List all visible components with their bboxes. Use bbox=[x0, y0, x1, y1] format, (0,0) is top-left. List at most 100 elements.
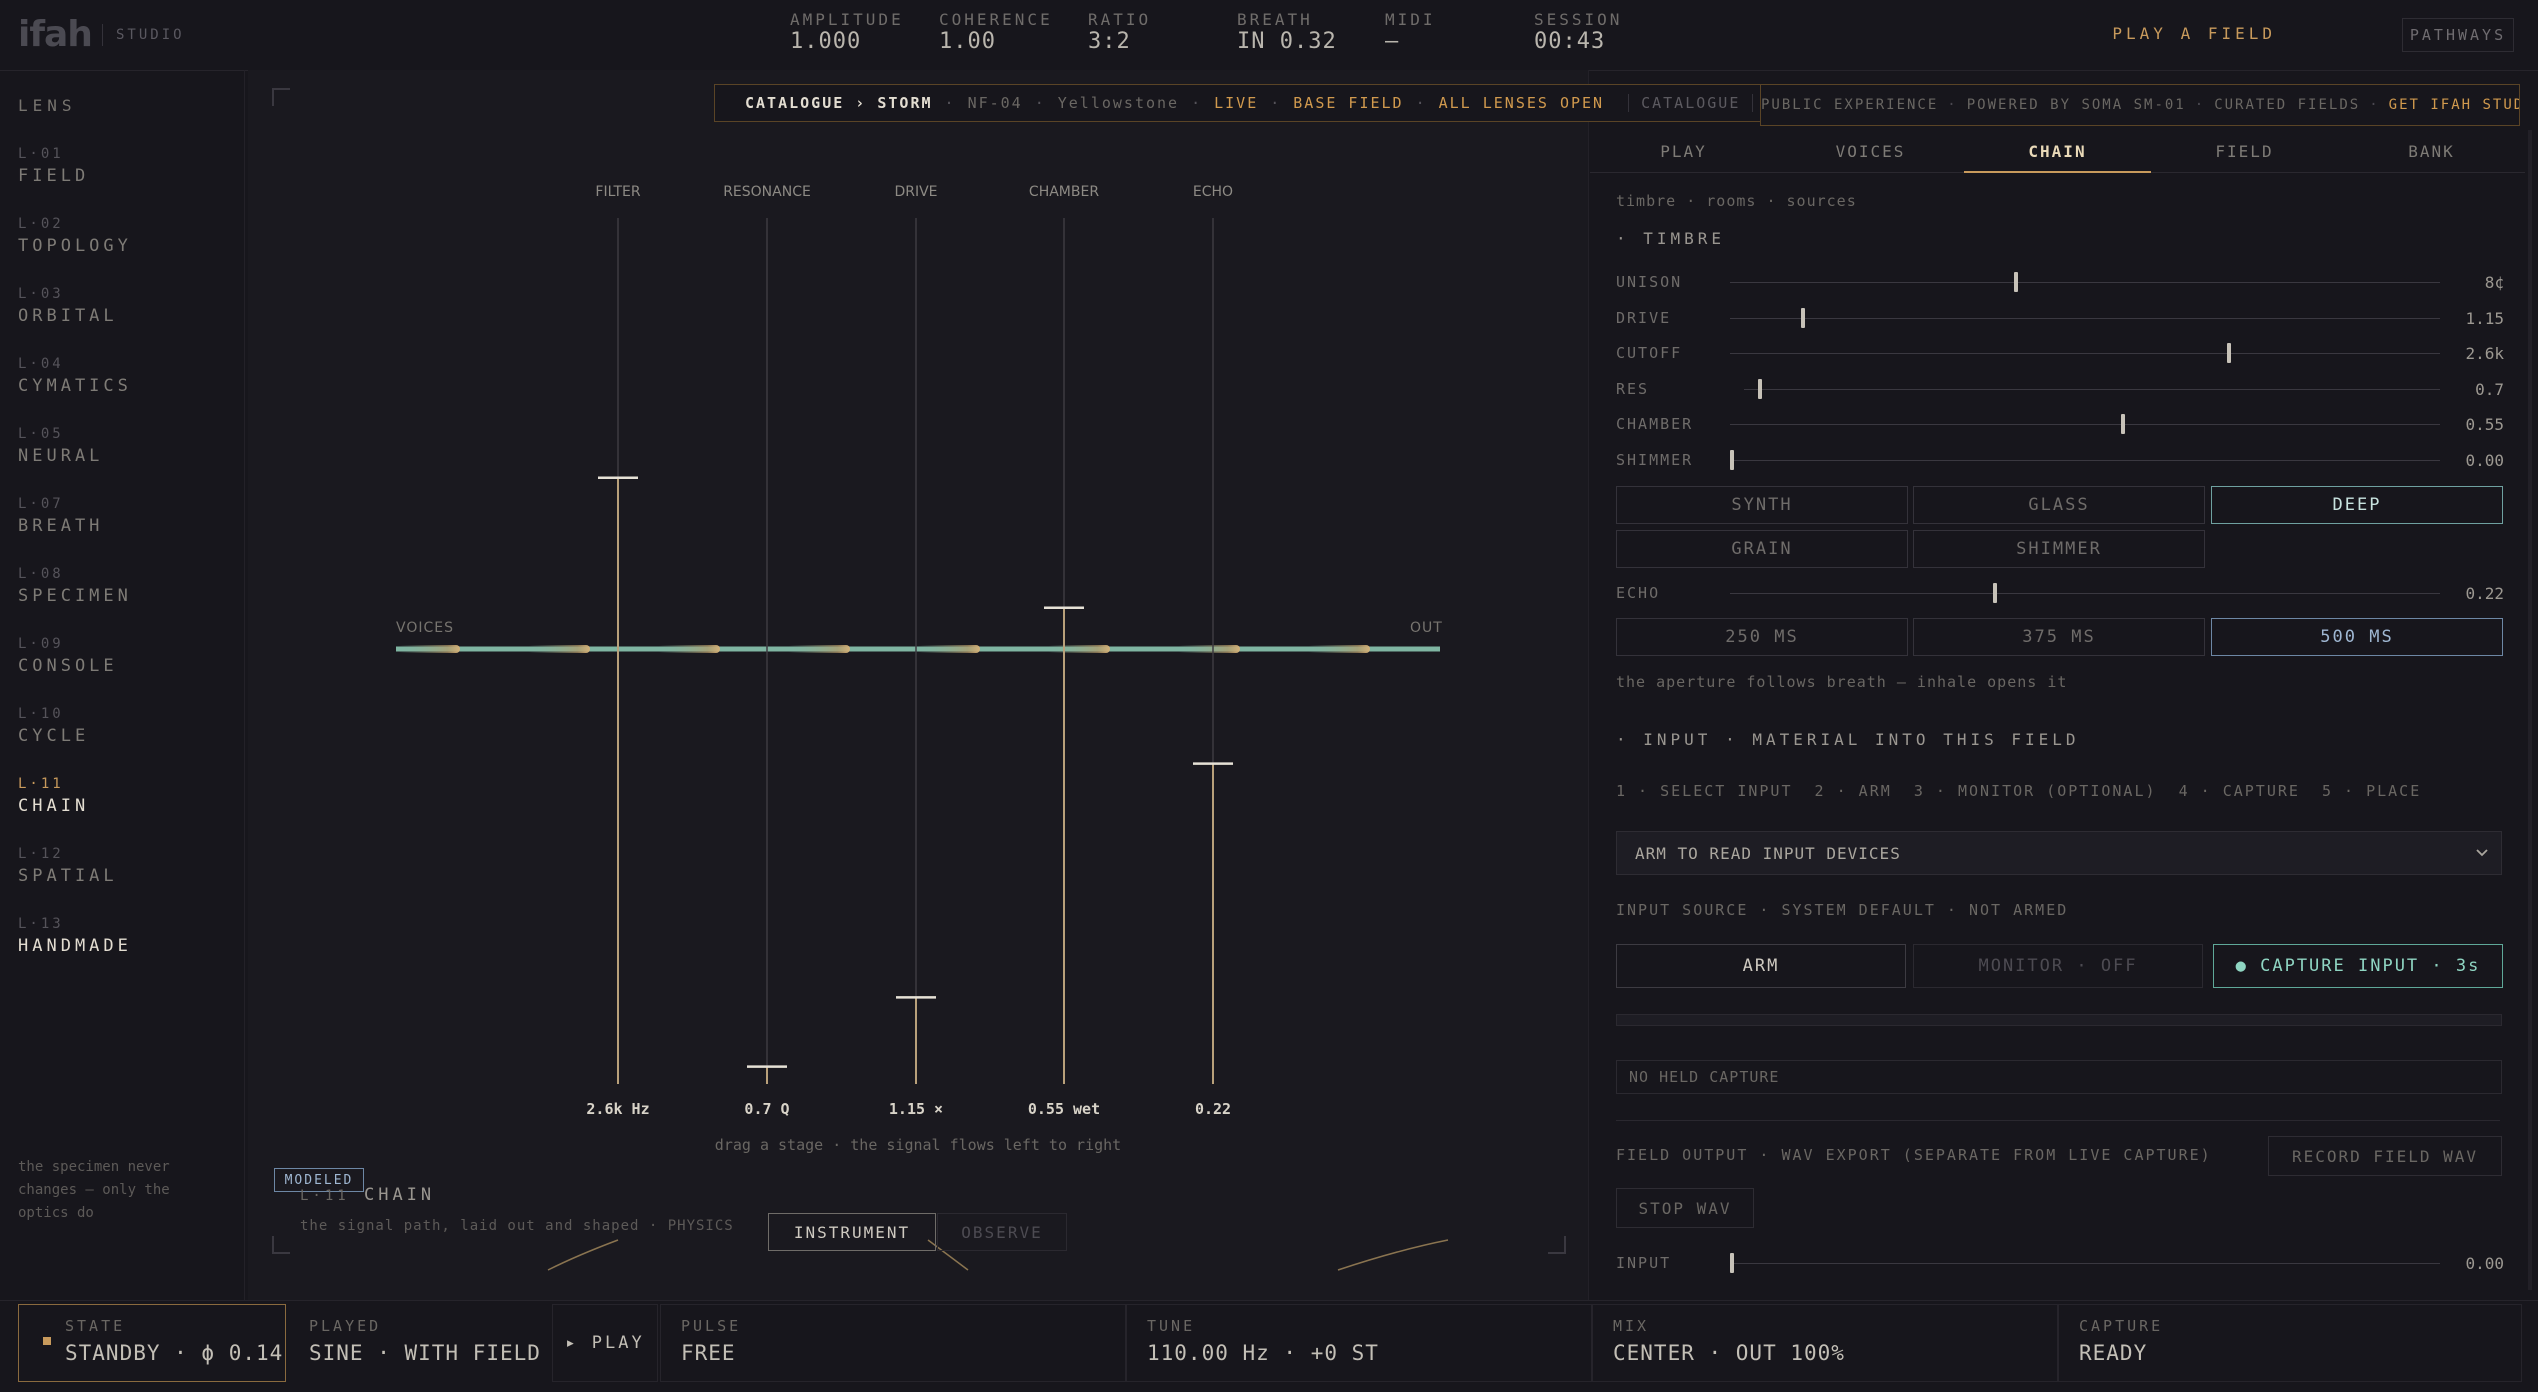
echo-250-button[interactable]: 250 MS bbox=[1616, 618, 1908, 656]
preset-shimmer-button[interactable]: SHIMMER bbox=[1913, 530, 2205, 568]
input-gain-slider[interactable] bbox=[1730, 1253, 2440, 1273]
lens-name: HANDMADE bbox=[18, 936, 132, 956]
stage-readout: 0.7 Q bbox=[744, 1100, 789, 1118]
unison-slider[interactable] bbox=[1730, 272, 2440, 292]
stat-ratio: RATIO 3:2 bbox=[1088, 10, 1151, 54]
observe-mode-button[interactable]: OBSERVE bbox=[937, 1213, 1067, 1251]
echo-500-button[interactable]: 500 MS bbox=[2211, 618, 2503, 656]
stat-value: IN 0.32 bbox=[1237, 29, 1337, 54]
monitor-button[interactable]: MONITOR · OFF bbox=[1913, 944, 2203, 988]
section-crumbs: timbre · rooms · sources bbox=[1616, 192, 1857, 210]
slider-thumb[interactable] bbox=[1801, 308, 1805, 328]
input-device-select[interactable]: ARM TO READ INPUT DEVICES bbox=[1616, 831, 2502, 875]
state-cell: STATE STANDBY · ϕ 0.14 bbox=[18, 1304, 286, 1382]
stat-label: BREATH bbox=[1237, 10, 1313, 29]
stat-midi: MIDI — bbox=[1385, 10, 1436, 54]
studio-label: STUDIO bbox=[116, 27, 185, 43]
preset-synth-button[interactable]: SYNTH bbox=[1616, 486, 1908, 524]
stat-value: — bbox=[1385, 29, 1400, 54]
capture-input-button[interactable]: ● CAPTURE INPUT · 3s bbox=[2213, 944, 2503, 988]
capture-cell[interactable]: CAPTURE READY bbox=[2058, 1304, 2522, 1382]
input-heading[interactable]: · INPUT · MATERIAL INTO THIS FIELD bbox=[1616, 730, 2080, 749]
timbre-heading[interactable]: · TIMBRE bbox=[1616, 229, 1725, 248]
mix-cell[interactable]: MIX CENTER · OUT 100% bbox=[1592, 1304, 2058, 1382]
capture-label: CAPTURE bbox=[2079, 1317, 2164, 1335]
lens-item-neural[interactable]: L·05 NEURAL bbox=[18, 426, 103, 466]
lens-item-cycle[interactable]: L·10 CYCLE bbox=[18, 706, 89, 746]
slider-thumb[interactable] bbox=[2120, 414, 2125, 434]
panel-tabs: PLAY VOICES CHAIN FIELD BANK bbox=[1590, 130, 2525, 173]
lens-item-orbital[interactable]: L·03 ORBITAL bbox=[18, 286, 118, 326]
chain-diagram[interactable]: VOICES OUT FILTER 2.6k Hz RESONANCE 0.7 Q DR… bbox=[248, 70, 1588, 1300]
record-field-wav-button[interactable]: RECORD FIELD WAV bbox=[2268, 1136, 2502, 1176]
lens-number: L·05 bbox=[18, 426, 64, 442]
played-label: PLAYED bbox=[309, 1317, 382, 1335]
tab-voices[interactable]: VOICES bbox=[1777, 130, 1964, 172]
slider-thumb[interactable] bbox=[2227, 343, 2231, 363]
signal-pulse bbox=[398, 645, 460, 653]
lens-name: SPATIAL bbox=[18, 866, 118, 886]
stop-wav-button[interactable]: STOP WAV bbox=[1616, 1188, 1754, 1228]
instrument-mode-button[interactable]: INSTRUMENT bbox=[768, 1213, 936, 1251]
preset-grain-button[interactable]: GRAIN bbox=[1616, 530, 1908, 568]
arm-button[interactable]: ARM bbox=[1616, 944, 1906, 988]
slider-thumb[interactable] bbox=[2014, 272, 2018, 292]
res-slider[interactable] bbox=[1744, 379, 2440, 399]
stage-label: ECHO bbox=[1193, 184, 1233, 200]
tab-field[interactable]: FIELD bbox=[2151, 130, 2338, 172]
lens-name: CYCLE bbox=[18, 726, 90, 746]
lens-number: L·01 bbox=[18, 146, 64, 162]
mix-label: MIX bbox=[1613, 1317, 1650, 1335]
preset-deep-button[interactable]: DEEP bbox=[2211, 486, 2503, 524]
play-button[interactable]: ▸ PLAY bbox=[552, 1304, 658, 1382]
state-value: STANDBY · ϕ 0.14 bbox=[65, 1341, 284, 1365]
tab-bank[interactable]: BANK bbox=[2338, 130, 2525, 172]
lens-item-handmade[interactable]: L·13 HANDMADE bbox=[18, 916, 132, 956]
slider-value: 1.15 bbox=[2465, 309, 2504, 328]
stat-value: 00:43 bbox=[1534, 29, 1606, 54]
lens-item-chain[interactable]: L·11 CHAIN bbox=[18, 776, 89, 816]
signal-pulse bbox=[1048, 645, 1110, 653]
preset-glass-button[interactable]: GLASS bbox=[1913, 486, 2205, 524]
lens-item-specimen[interactable]: L·08 SPECIMEN bbox=[18, 566, 132, 606]
slider-thumb[interactable] bbox=[1992, 583, 1997, 603]
lens-note: the specimen never changes — only the op… bbox=[18, 1159, 170, 1221]
pulse-cell[interactable]: PULSE FREE bbox=[660, 1304, 1126, 1382]
slider-value: 0.00 bbox=[2465, 1254, 2504, 1273]
tune-cell[interactable]: TUNE 110.00 Hz · +0 ST bbox=[1126, 1304, 1592, 1382]
curated-label: CURATED FIELDS bbox=[2214, 97, 2361, 113]
pulse-value: FREE bbox=[681, 1341, 736, 1365]
scrollbar[interactable] bbox=[2528, 130, 2532, 1290]
tab-play[interactable]: PLAY bbox=[1590, 130, 1777, 172]
play-a-field-link[interactable]: PLAY A FIELD bbox=[2112, 24, 2276, 43]
slider-thumb[interactable] bbox=[1757, 379, 1762, 399]
stage-label: CHAMBER bbox=[1029, 184, 1099, 200]
capture-value: READY bbox=[2079, 1341, 2148, 1365]
lens-item-topology[interactable]: L·02 TOPOLOGY bbox=[18, 216, 132, 256]
slider-thumb[interactable] bbox=[1730, 450, 1734, 470]
lens-item-spatial[interactable]: L·12 SPATIAL bbox=[18, 846, 118, 886]
echo-slider[interactable] bbox=[1730, 583, 2440, 603]
lens-name: CYMATICS bbox=[18, 376, 132, 396]
lens-name: SPECIMEN bbox=[18, 586, 132, 606]
ifah-logo[interactable]: ifah bbox=[18, 14, 93, 55]
out-label: OUT bbox=[1410, 620, 1443, 636]
slider-value: 0.7 bbox=[2475, 380, 2504, 399]
mix-value: CENTER · OUT 100% bbox=[1613, 1341, 1845, 1365]
echo-375-button[interactable]: 375 MS bbox=[1913, 618, 2205, 656]
slider-thumb[interactable] bbox=[1730, 1253, 1734, 1273]
lens-item-field[interactable]: L·01 FIELD bbox=[18, 146, 89, 186]
tab-chain[interactable]: CHAIN bbox=[1964, 130, 2151, 173]
held-capture-status: NO HELD CAPTURE bbox=[1629, 1068, 1780, 1086]
cutoff-slider[interactable] bbox=[1730, 343, 2440, 363]
drive-slider[interactable] bbox=[1730, 308, 2440, 328]
lens-item-console[interactable]: L·09 CONSOLE bbox=[18, 636, 118, 676]
shimmer-slider[interactable] bbox=[1730, 450, 2440, 470]
get-studio-link[interactable]: GET IFAH STUDIO → bbox=[2389, 97, 2519, 113]
pathways-button[interactable]: PATHWAYS bbox=[2402, 18, 2514, 52]
lens-item-breath[interactable]: L·07 BREATH bbox=[18, 496, 103, 536]
lens-item-cymatics[interactable]: L·04 CYMATICS bbox=[18, 356, 132, 396]
lens-name: CHAIN bbox=[18, 796, 90, 816]
stat-coherence: COHERENCE 1.00 bbox=[939, 10, 1053, 54]
chamber-slider[interactable] bbox=[1730, 414, 2440, 434]
